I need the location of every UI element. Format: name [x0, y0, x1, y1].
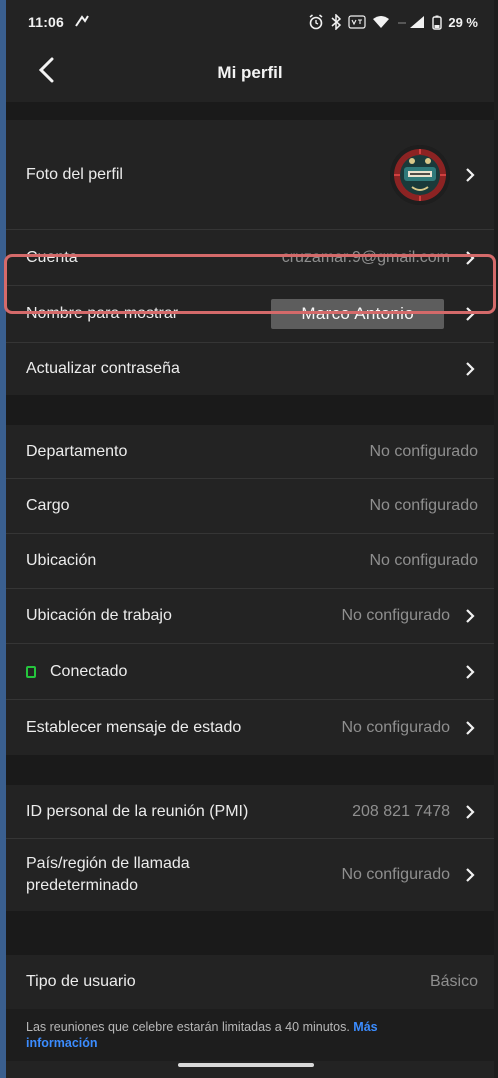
- work-location-value: No configurado: [341, 607, 450, 624]
- department-label: Departamento: [26, 442, 128, 460]
- work-location-row[interactable]: Ubicación de trabajo No configurado: [6, 589, 494, 644]
- chevron-right-icon: [460, 662, 480, 682]
- department-value: No configurado: [369, 442, 478, 460]
- volte-icon: [348, 15, 366, 29]
- location-value: No configurado: [369, 552, 478, 569]
- status-message-value: No configurado: [341, 718, 450, 736]
- pmi-label: ID personal de la reunión (PMI): [26, 802, 249, 820]
- status-bar: 11:06 29 %: [6, 0, 494, 44]
- chevron-right-icon: [460, 865, 480, 885]
- chevron-right-icon: [460, 359, 480, 379]
- location-row: Ubicación No configurado: [6, 534, 494, 589]
- status-message-label: Establecer mensaje de estado: [26, 718, 242, 736]
- notification-icon: [74, 14, 90, 31]
- chevron-right-icon: [460, 248, 480, 268]
- chevron-right-icon: [460, 802, 480, 822]
- position-value: No configurado: [369, 497, 478, 514]
- pmi-value: 208 821 7478: [352, 802, 450, 820]
- bluetooth-icon: [330, 14, 342, 30]
- status-time: 11:06: [28, 14, 65, 30]
- meeting-group: ID personal de la reunión (PMI) 208 821 …: [6, 785, 494, 911]
- calling-country-label-line2: predeterminado: [26, 877, 139, 894]
- chevron-right-icon: [460, 606, 480, 626]
- user-type-value: Básico: [429, 973, 478, 990]
- display-name-label: Nombre para mostrar: [26, 305, 179, 322]
- chevron-right-icon: [460, 304, 480, 324]
- section-gap: [6, 395, 494, 425]
- account-row[interactable]: Cuenta cruzamar.9@gmail.com: [6, 230, 494, 286]
- update-password-label: Actualizar contraseña: [26, 360, 180, 377]
- presence-row[interactable]: Conectado: [6, 644, 494, 700]
- update-password-row[interactable]: Actualizar contraseña: [6, 343, 494, 395]
- department-row: Departamento No configurado: [6, 425, 494, 479]
- signal-icon: [396, 15, 426, 29]
- top-app-bar: Mi perfil: [6, 44, 494, 102]
- battery-percent: 29 %: [448, 14, 478, 30]
- calling-country-row[interactable]: País/región de llamada predeterminado No…: [6, 839, 494, 911]
- chevron-right-icon: [460, 718, 480, 738]
- pmi-row[interactable]: ID personal de la reunión (PMI) 208 821 …: [6, 785, 494, 839]
- user-type-label: Tipo de usuario: [26, 973, 136, 990]
- chevron-left-icon: [38, 57, 54, 88]
- right-edge-strip: [494, 0, 498, 1078]
- alarm-icon: [308, 14, 324, 30]
- position-row: Cargo No configurado: [6, 479, 494, 534]
- user-type-group: Tipo de usuario Básico: [6, 955, 494, 1009]
- online-status-icon: [26, 665, 36, 678]
- location-label: Ubicación: [26, 552, 97, 569]
- profile-group: Foto del perfil Cuenta cruzamar.9@gmail.…: [6, 120, 494, 395]
- footer-note: Las reuniones que celebre estarán limita…: [6, 1009, 494, 1061]
- app-screen: 11:06 29 % Mi perfil Foto del perfil Cue…: [6, 0, 494, 1078]
- account-value: cruzamar.9@gmail.com: [281, 248, 450, 266]
- section-gap: [6, 911, 494, 955]
- account-label: Cuenta: [26, 248, 78, 266]
- display-name-row[interactable]: Nombre para mostrar Marco Antonio: [6, 286, 494, 343]
- details-group: Departamento No configurado Cargo No con…: [6, 425, 494, 755]
- status-message-row[interactable]: Establecer mensaje de estado No configur…: [6, 700, 494, 755]
- chevron-right-icon: [460, 165, 480, 185]
- more-info-link-line2: información: [26, 1036, 98, 1050]
- footer-note-text: Las reuniones que celebre estarán limita…: [26, 1020, 350, 1034]
- work-location-label: Ubicación de trabajo: [26, 607, 172, 624]
- section-gap: [6, 102, 494, 120]
- avatar: [390, 144, 450, 205]
- calling-country-label: País/región de llamada predeterminado: [26, 853, 341, 897]
- page-title: Mi perfil: [217, 63, 283, 82]
- home-indicator[interactable]: [178, 1063, 314, 1067]
- section-gap: [6, 755, 494, 785]
- calling-country-label-line1: País/región de llamada: [26, 855, 190, 872]
- display-name-value: Marco Antonio: [271, 299, 444, 329]
- more-info-link-line1: Más: [353, 1020, 378, 1034]
- battery-icon: [432, 15, 443, 30]
- calling-country-value: No configurado: [341, 866, 450, 883]
- wifi-icon: [372, 15, 390, 29]
- profile-photo-row[interactable]: Foto del perfil: [6, 120, 494, 230]
- profile-photo-label: Foto del perfil: [26, 165, 123, 183]
- presence-label: Conectado: [50, 662, 128, 680]
- user-type-row: Tipo de usuario Básico: [6, 955, 494, 1009]
- back-button[interactable]: [28, 54, 64, 90]
- position-label: Cargo: [26, 497, 70, 514]
